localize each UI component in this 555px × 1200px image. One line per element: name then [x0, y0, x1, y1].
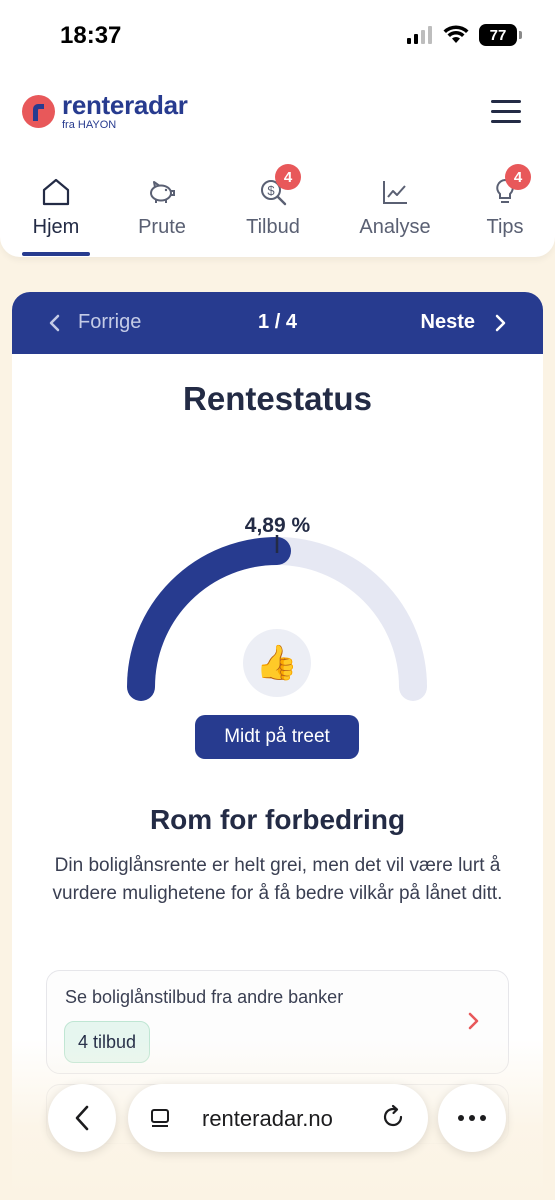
dot	[480, 1115, 486, 1121]
piggy-bank-icon	[150, 181, 175, 203]
thumbs-up-icon: 👍	[243, 629, 311, 697]
tab-hjem[interactable]: Hjem	[10, 160, 102, 257]
status-time: 18:37	[60, 22, 122, 49]
offers-link-title: Se boliglånstilbud fra andre banker	[65, 987, 344, 1007]
section-heading: Rom for forbedring	[149, 804, 406, 835]
logo[interactable]: renteradar fra HAYON	[22, 92, 188, 131]
status-bar: 18:37 77	[0, 0, 555, 70]
logo-mark-icon	[22, 95, 55, 128]
main-nav: Hjem Prute $ 4 Tilbud Analyse 4 Tips	[0, 160, 555, 257]
url-text: renteradar.no	[202, 1106, 333, 1131]
tab-label: Hjem	[32, 216, 80, 238]
tab-tilbud[interactable]: $ 4 Tilbud	[227, 160, 319, 257]
chart-icon	[383, 181, 407, 204]
tabs-icon	[151, 1109, 169, 1127]
svg-text:$: $	[267, 183, 275, 198]
tab-label: Tilbud	[246, 216, 300, 238]
battery-indicator: 77	[479, 24, 522, 46]
address-bar[interactable]: renteradar.no	[128, 1084, 428, 1152]
chevron-right-icon	[495, 314, 506, 331]
wifi-icon	[443, 25, 469, 43]
dot	[469, 1115, 475, 1121]
next-label: Neste	[420, 311, 475, 333]
status-icons: 77	[407, 24, 522, 46]
signal-icon	[407, 26, 432, 44]
tab-analyse[interactable]: Analyse	[349, 160, 441, 257]
tab-tips[interactable]: 4 Tips	[459, 160, 551, 257]
chevron-right-icon	[468, 1012, 479, 1030]
tips-badge: 4	[505, 164, 531, 190]
reload-icon[interactable]	[380, 1104, 406, 1130]
hamburger-menu-icon[interactable]	[491, 100, 521, 124]
brand-tagline: fra HAYON	[62, 119, 117, 131]
status-badge: Midt på treet	[195, 715, 359, 759]
active-tab-indicator	[22, 252, 90, 256]
tab-label: Tips	[486, 216, 524, 238]
tab-label: Analyse	[359, 216, 431, 238]
card-title: Rentestatus	[183, 380, 372, 417]
tab-prute[interactable]: Prute	[116, 160, 208, 257]
dot	[458, 1115, 464, 1121]
card-pager: Forrige 1 / 4 Neste	[12, 292, 543, 354]
more-options-button[interactable]	[438, 1084, 506, 1152]
browser-back-button[interactable]	[48, 1084, 116, 1152]
tab-label: Prute	[138, 216, 186, 238]
home-icon	[42, 178, 70, 206]
brand-name: renteradar	[62, 90, 188, 120]
tilbud-badge: 4	[275, 164, 301, 190]
next-button[interactable]: Neste	[421, 311, 507, 334]
section-description: Din boliglånsrente er helt grei, men det…	[52, 855, 503, 904]
app-header: renteradar fra HAYON	[0, 70, 555, 160]
chevron-left-icon	[75, 1105, 89, 1131]
